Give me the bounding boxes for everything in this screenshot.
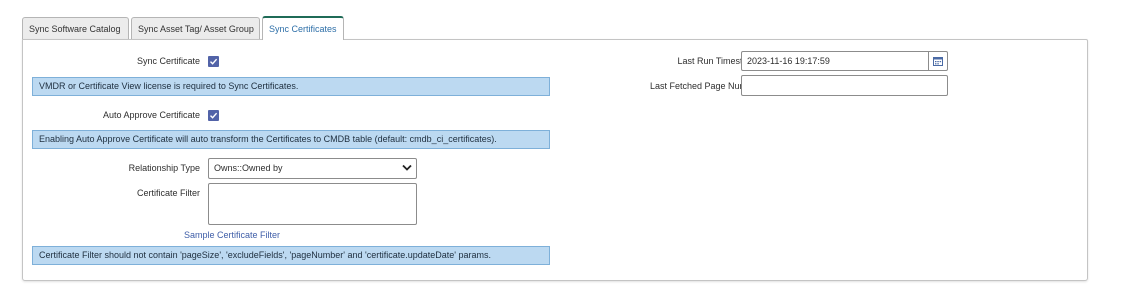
tab-sync-software-catalog[interactable]: Sync Software Catalog: [22, 17, 129, 39]
check-icon: [210, 58, 218, 65]
calendar-button[interactable]: [928, 51, 948, 71]
auto-approve-info: Enabling Auto Approve Certificate will a…: [32, 130, 550, 149]
sync-certificate-label: Sync Certificate: [136, 56, 200, 66]
sync-certificates-panel: Sync Certificate VMDR or Certificate Vie…: [22, 39, 1088, 281]
relationship-type-select[interactable]: Owns::Owned by: [208, 158, 417, 179]
sync-certificate-info: VMDR or Certificate View license is requ…: [32, 77, 550, 96]
auto-approve-label: Auto Approve Certificate: [102, 110, 200, 120]
last-run-timestamp-field[interactable]: 2023-11-16 19:17:59: [741, 51, 929, 71]
certificate-filter-info: Certificate Filter should not contain 'p…: [32, 246, 550, 265]
relationship-type-label: Relationship Type: [128, 163, 200, 173]
last-fetched-page-number-field[interactable]: [741, 75, 948, 96]
certificate-filter-textarea[interactable]: [208, 183, 417, 225]
certificate-filter-label: Certificate Filter: [136, 188, 200, 198]
auto-approve-checkbox[interactable]: [208, 110, 219, 121]
tab-sync-asset-tag-asset-group[interactable]: Sync Asset Tag/ Asset Group: [131, 17, 260, 39]
sample-certificate-filter-link[interactable]: Sample Certificate Filter: [184, 230, 280, 240]
check-icon: [210, 112, 218, 119]
relationship-type-value: Owns::Owned by: [214, 163, 283, 173]
chevron-down-icon: [402, 164, 412, 171]
tab-sync-certificates[interactable]: Sync Certificates: [262, 16, 344, 40]
calendar-icon: [933, 57, 943, 66]
sync-certificate-checkbox[interactable]: [208, 56, 219, 67]
